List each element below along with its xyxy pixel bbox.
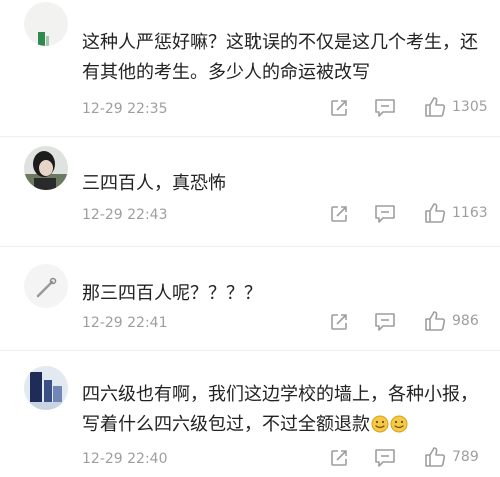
avatar[interactable] [24, 2, 68, 46]
reply-button[interactable] [374, 204, 396, 224]
comment-time: 12-29 22:35 [82, 101, 168, 117]
like-count: 1305 [452, 99, 488, 115]
reply-button[interactable] [374, 98, 396, 118]
avatar[interactable] [24, 146, 68, 190]
comment-time: 12-29 22:40 [82, 451, 168, 467]
comment-text: 三四百人，真恐怖 [82, 173, 226, 194]
like-button[interactable]: 1163 [424, 202, 488, 224]
comment-time: 12-29 22:41 [82, 315, 168, 331]
divider [0, 246, 500, 247]
share-icon [331, 100, 347, 116]
thumbs-up-icon [425, 203, 446, 223]
share-button[interactable] [329, 98, 349, 118]
avatar-city-icon [24, 366, 68, 410]
avatar-green-icon [24, 2, 68, 46]
share-button[interactable] [329, 204, 349, 224]
divider [0, 136, 500, 137]
thumbs-up-icon [425, 447, 446, 467]
thumbs-up-icon [425, 97, 446, 117]
comment-icon [375, 99, 395, 117]
comment-text: 这种人严惩好嘛？这耽误的不仅是这几个考生，还有其他的考生。多少人的命运被改写 [82, 32, 478, 83]
like-button[interactable]: 986 [424, 310, 479, 332]
share-icon [331, 206, 347, 222]
avatar-tool-icon [24, 264, 68, 308]
share-icon [331, 450, 347, 466]
comment-text: 那三四百人呢？？？？ [82, 283, 262, 304]
comment-icon [375, 313, 395, 331]
share-button[interactable] [329, 312, 349, 332]
reply-button[interactable] [374, 448, 396, 468]
comment-icon [375, 449, 395, 467]
comment-icon [375, 205, 395, 223]
comment-time: 12-29 22:43 [82, 207, 168, 223]
like-count: 789 [452, 449, 479, 465]
comment-text: 四六级也有啊，我们这边学校的墙上，各种小报，写着什么四六级包过，不过全额退款 [82, 380, 482, 440]
share-icon [331, 314, 347, 330]
avatar[interactable] [24, 264, 68, 308]
reply-button[interactable] [374, 312, 396, 332]
like-button[interactable]: 1305 [424, 96, 488, 118]
thumbs-up-icon [425, 311, 446, 331]
like-button[interactable]: 789 [424, 446, 479, 468]
avatar[interactable] [24, 366, 68, 410]
like-count: 986 [452, 313, 479, 329]
avatar-person-icon [24, 146, 68, 190]
divider [0, 350, 500, 351]
like-count: 1163 [452, 205, 488, 221]
share-button[interactable] [329, 448, 349, 468]
smile-emoji-icon [390, 413, 408, 433]
smile-emoji-icon [371, 413, 389, 433]
comment-text-content: 四六级也有啊，我们这边学校的墙上，各种小报，写着什么四六级包过，不过全额退款 [82, 384, 478, 435]
